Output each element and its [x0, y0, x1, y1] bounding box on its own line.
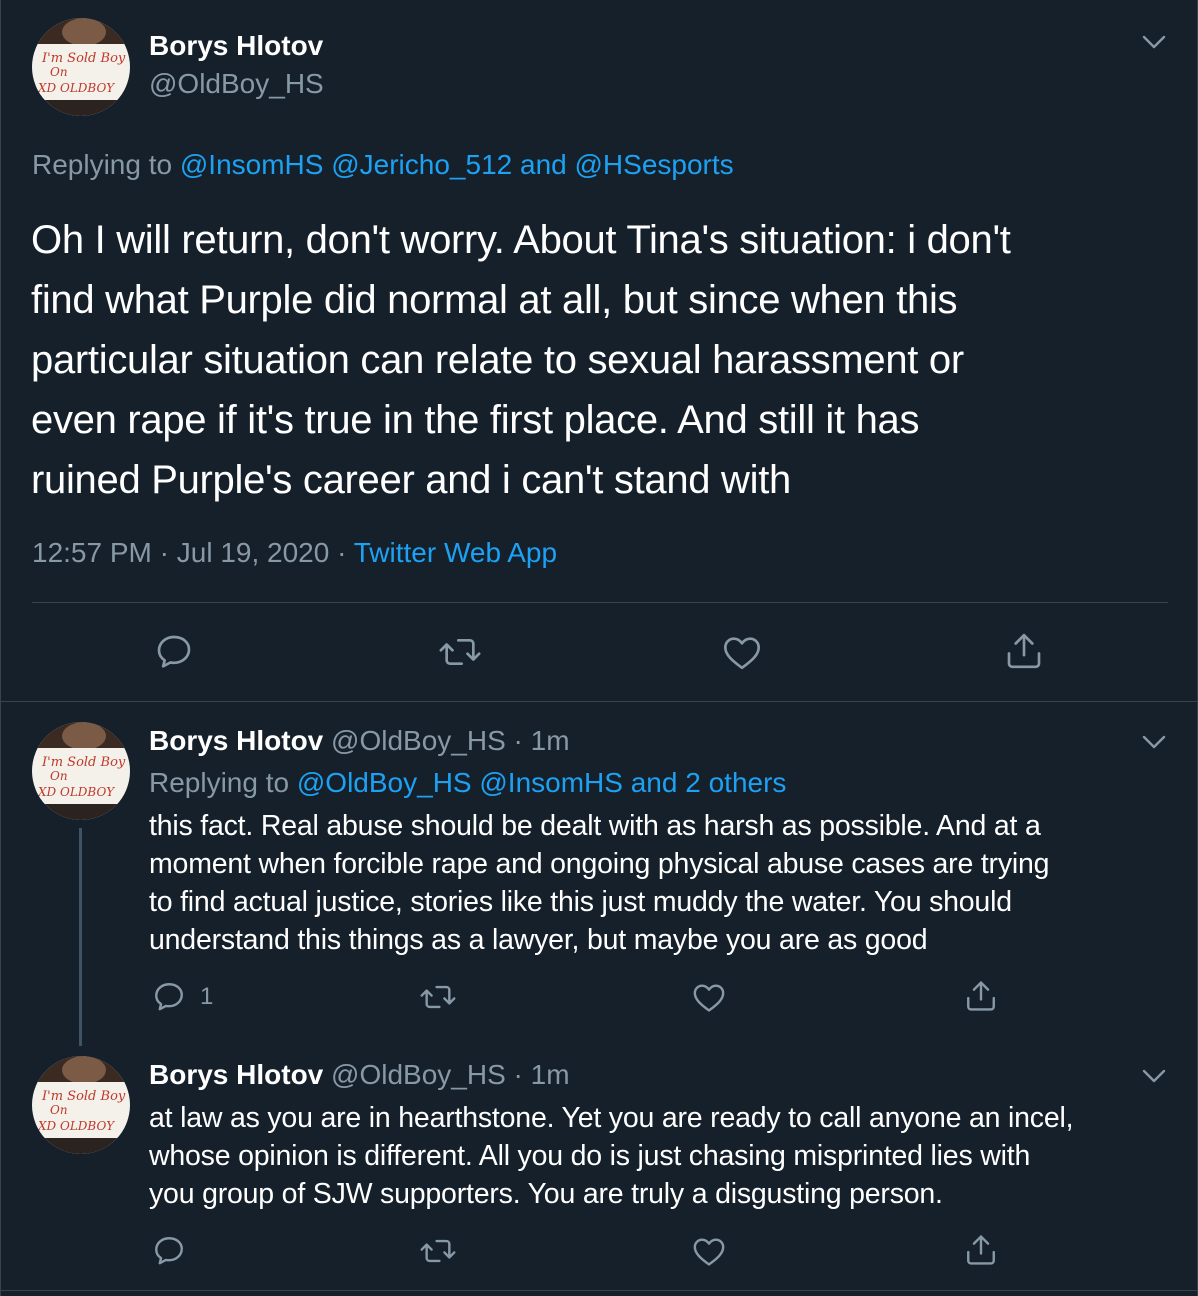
svg-text:I'm Sold Boy: I'm Sold Boy [41, 755, 126, 770]
svg-text:XD OLDBOY: XD OLDBOY [37, 1119, 115, 1133]
reply-header: Borys Hlotov @OldBoy_HS · 1m [149, 1058, 570, 1092]
meta-separator: · [159, 537, 169, 568]
reply-header: Borys Hlotov @OldBoy_HS · 1m [149, 724, 570, 758]
svg-text:I'm Sold Boy: I'm Sold Boy [41, 51, 126, 66]
divider [32, 602, 1168, 603]
share-button[interactable] [964, 978, 998, 1014]
share-icon [1007, 633, 1041, 669]
divider [0, 701, 1198, 702]
tweet-text-line: moment when forcible rape and ongoing ph… [149, 848, 1050, 880]
tweet-text-line: this fact. Real abuse should be dealt wi… [149, 810, 1041, 842]
avatar[interactable]: I'm Sold Boy On XD OLDBOY [32, 722, 130, 820]
avatar-image: I'm Sold Boy On XD OLDBOY [32, 1056, 130, 1154]
tweet-text-line: to find actual justice, stories like thi… [149, 886, 1012, 918]
replying-and[interactable]: and [520, 149, 567, 180]
like-icon [724, 637, 760, 670]
avatar[interactable]: I'm Sold Boy On XD OLDBOY [32, 1056, 130, 1154]
meta-separator: · [337, 537, 347, 568]
avatar-image: I'm Sold Boy On XD OLDBOY [32, 722, 130, 820]
avatar-image: I'm Sold Boy On XD OLDBOY [32, 18, 130, 116]
author-name[interactable]: Borys Hlotov [149, 29, 323, 63]
mention-link[interactable]: @Jericho_512 [331, 149, 512, 180]
tweet-text-line: at law as you are in hearthstone. Yet yo… [149, 1102, 1074, 1134]
retweet-icon [420, 985, 456, 1009]
author-name[interactable]: Borys Hlotov [149, 725, 323, 756]
share-button[interactable] [1004, 630, 1044, 672]
like-button[interactable] [692, 1235, 726, 1267]
tweet-text: this fact. Real abuse should be dealt wi… [149, 807, 1050, 959]
chevron-down-icon[interactable] [1141, 34, 1167, 50]
svg-text:XD OLDBOY: XD OLDBOY [37, 81, 115, 95]
like-icon [693, 1238, 725, 1266]
retweet-icon [420, 1239, 456, 1263]
tweet-text: at law as you are in hearthstone. Yet yo… [149, 1099, 1074, 1213]
svg-text:XD OLDBOY: XD OLDBOY [37, 785, 115, 799]
tweet-text-line: you group of SJW supporters. You are tru… [149, 1178, 943, 1210]
tweet-age[interactable]: 1m [531, 1059, 570, 1090]
svg-text:On: On [50, 65, 68, 79]
retweet-button[interactable] [419, 980, 457, 1014]
svg-text:On: On [50, 769, 68, 783]
mention-link[interactable]: @InsomHS [180, 149, 324, 180]
like-button[interactable] [692, 981, 726, 1013]
meta-separator: · [513, 725, 523, 756]
tweet-source[interactable]: Twitter Web App [354, 537, 557, 568]
tweet-time[interactable]: 12:57 PM [32, 537, 152, 568]
reply-icon [157, 635, 191, 668]
replying-prefix: Replying to [32, 149, 173, 180]
replying-to: Replying to @OldBoy_HS @InsomHS and 2 ot… [149, 766, 786, 800]
avatar[interactable]: I'm Sold Boy On XD OLDBOY [32, 18, 130, 116]
tweet-text-line: understand this things as a lawyer, but … [149, 924, 928, 956]
svg-text:On: On [50, 1103, 68, 1117]
tweet-text-line: particular situation can relate to sexua… [31, 338, 964, 382]
divider [0, 1290, 1198, 1291]
replying-others-link[interactable]: 2 others [685, 767, 786, 798]
tweet-text-line: find what Purple did normal at all, but … [31, 278, 958, 322]
retweet-icon [439, 639, 481, 665]
tweet-text-line: Oh I will return, don't worry. About Tin… [31, 218, 1011, 262]
share-icon [967, 1235, 995, 1265]
chevron-down-icon[interactable] [1141, 1068, 1167, 1084]
author-handle[interactable]: @OldBoy_HS [331, 1059, 506, 1090]
thread-line [79, 828, 82, 1046]
replying-prefix: Replying to [149, 767, 290, 798]
retweet-button[interactable] [419, 1234, 457, 1268]
author-handle[interactable]: @OldBoy_HS [149, 67, 324, 101]
reply-count: 1 [200, 983, 214, 1010]
reply-icon [155, 1237, 183, 1265]
reply-icon [155, 983, 183, 1011]
retweet-button[interactable] [438, 632, 482, 672]
chevron-down-icon[interactable] [1141, 734, 1167, 750]
meta-separator: · [513, 1059, 523, 1090]
replying-to: Replying to @InsomHS @Jericho_512 and @H… [32, 148, 734, 182]
share-icon [967, 981, 995, 1011]
reply-button[interactable]: 1 [152, 980, 213, 1014]
tweet-meta: 12:57 PM · Jul 19, 2020 · Twitter Web Ap… [32, 536, 557, 570]
mention-link[interactable]: @HSesports [575, 149, 734, 180]
tweet-text-line: even rape if it's true in the first plac… [31, 398, 920, 442]
tweet-text: Oh I will return, don't worry. About Tin… [31, 210, 1011, 510]
like-button[interactable] [722, 633, 762, 671]
author-handle[interactable]: @OldBoy_HS [331, 725, 506, 756]
tweet-text-line: ruined Purple's career and i can't stand… [31, 458, 791, 502]
tweet-date[interactable]: Jul 19, 2020 [177, 537, 330, 568]
share-button[interactable] [964, 1232, 998, 1268]
reply-button[interactable] [152, 1234, 186, 1268]
mention-link[interactable]: @OldBoy_HS [297, 767, 472, 798]
reply-button[interactable] [154, 632, 194, 672]
svg-text:I'm Sold Boy: I'm Sold Boy [41, 1089, 126, 1104]
author-name[interactable]: Borys Hlotov [149, 1059, 323, 1090]
tweet-text-line: whose opinion is different. All you do i… [149, 1140, 1031, 1172]
like-icon [693, 984, 725, 1012]
mention-link[interactable]: @InsomHS [479, 767, 623, 798]
replying-and[interactable]: and [631, 767, 678, 798]
tweet-age[interactable]: 1m [531, 725, 570, 756]
